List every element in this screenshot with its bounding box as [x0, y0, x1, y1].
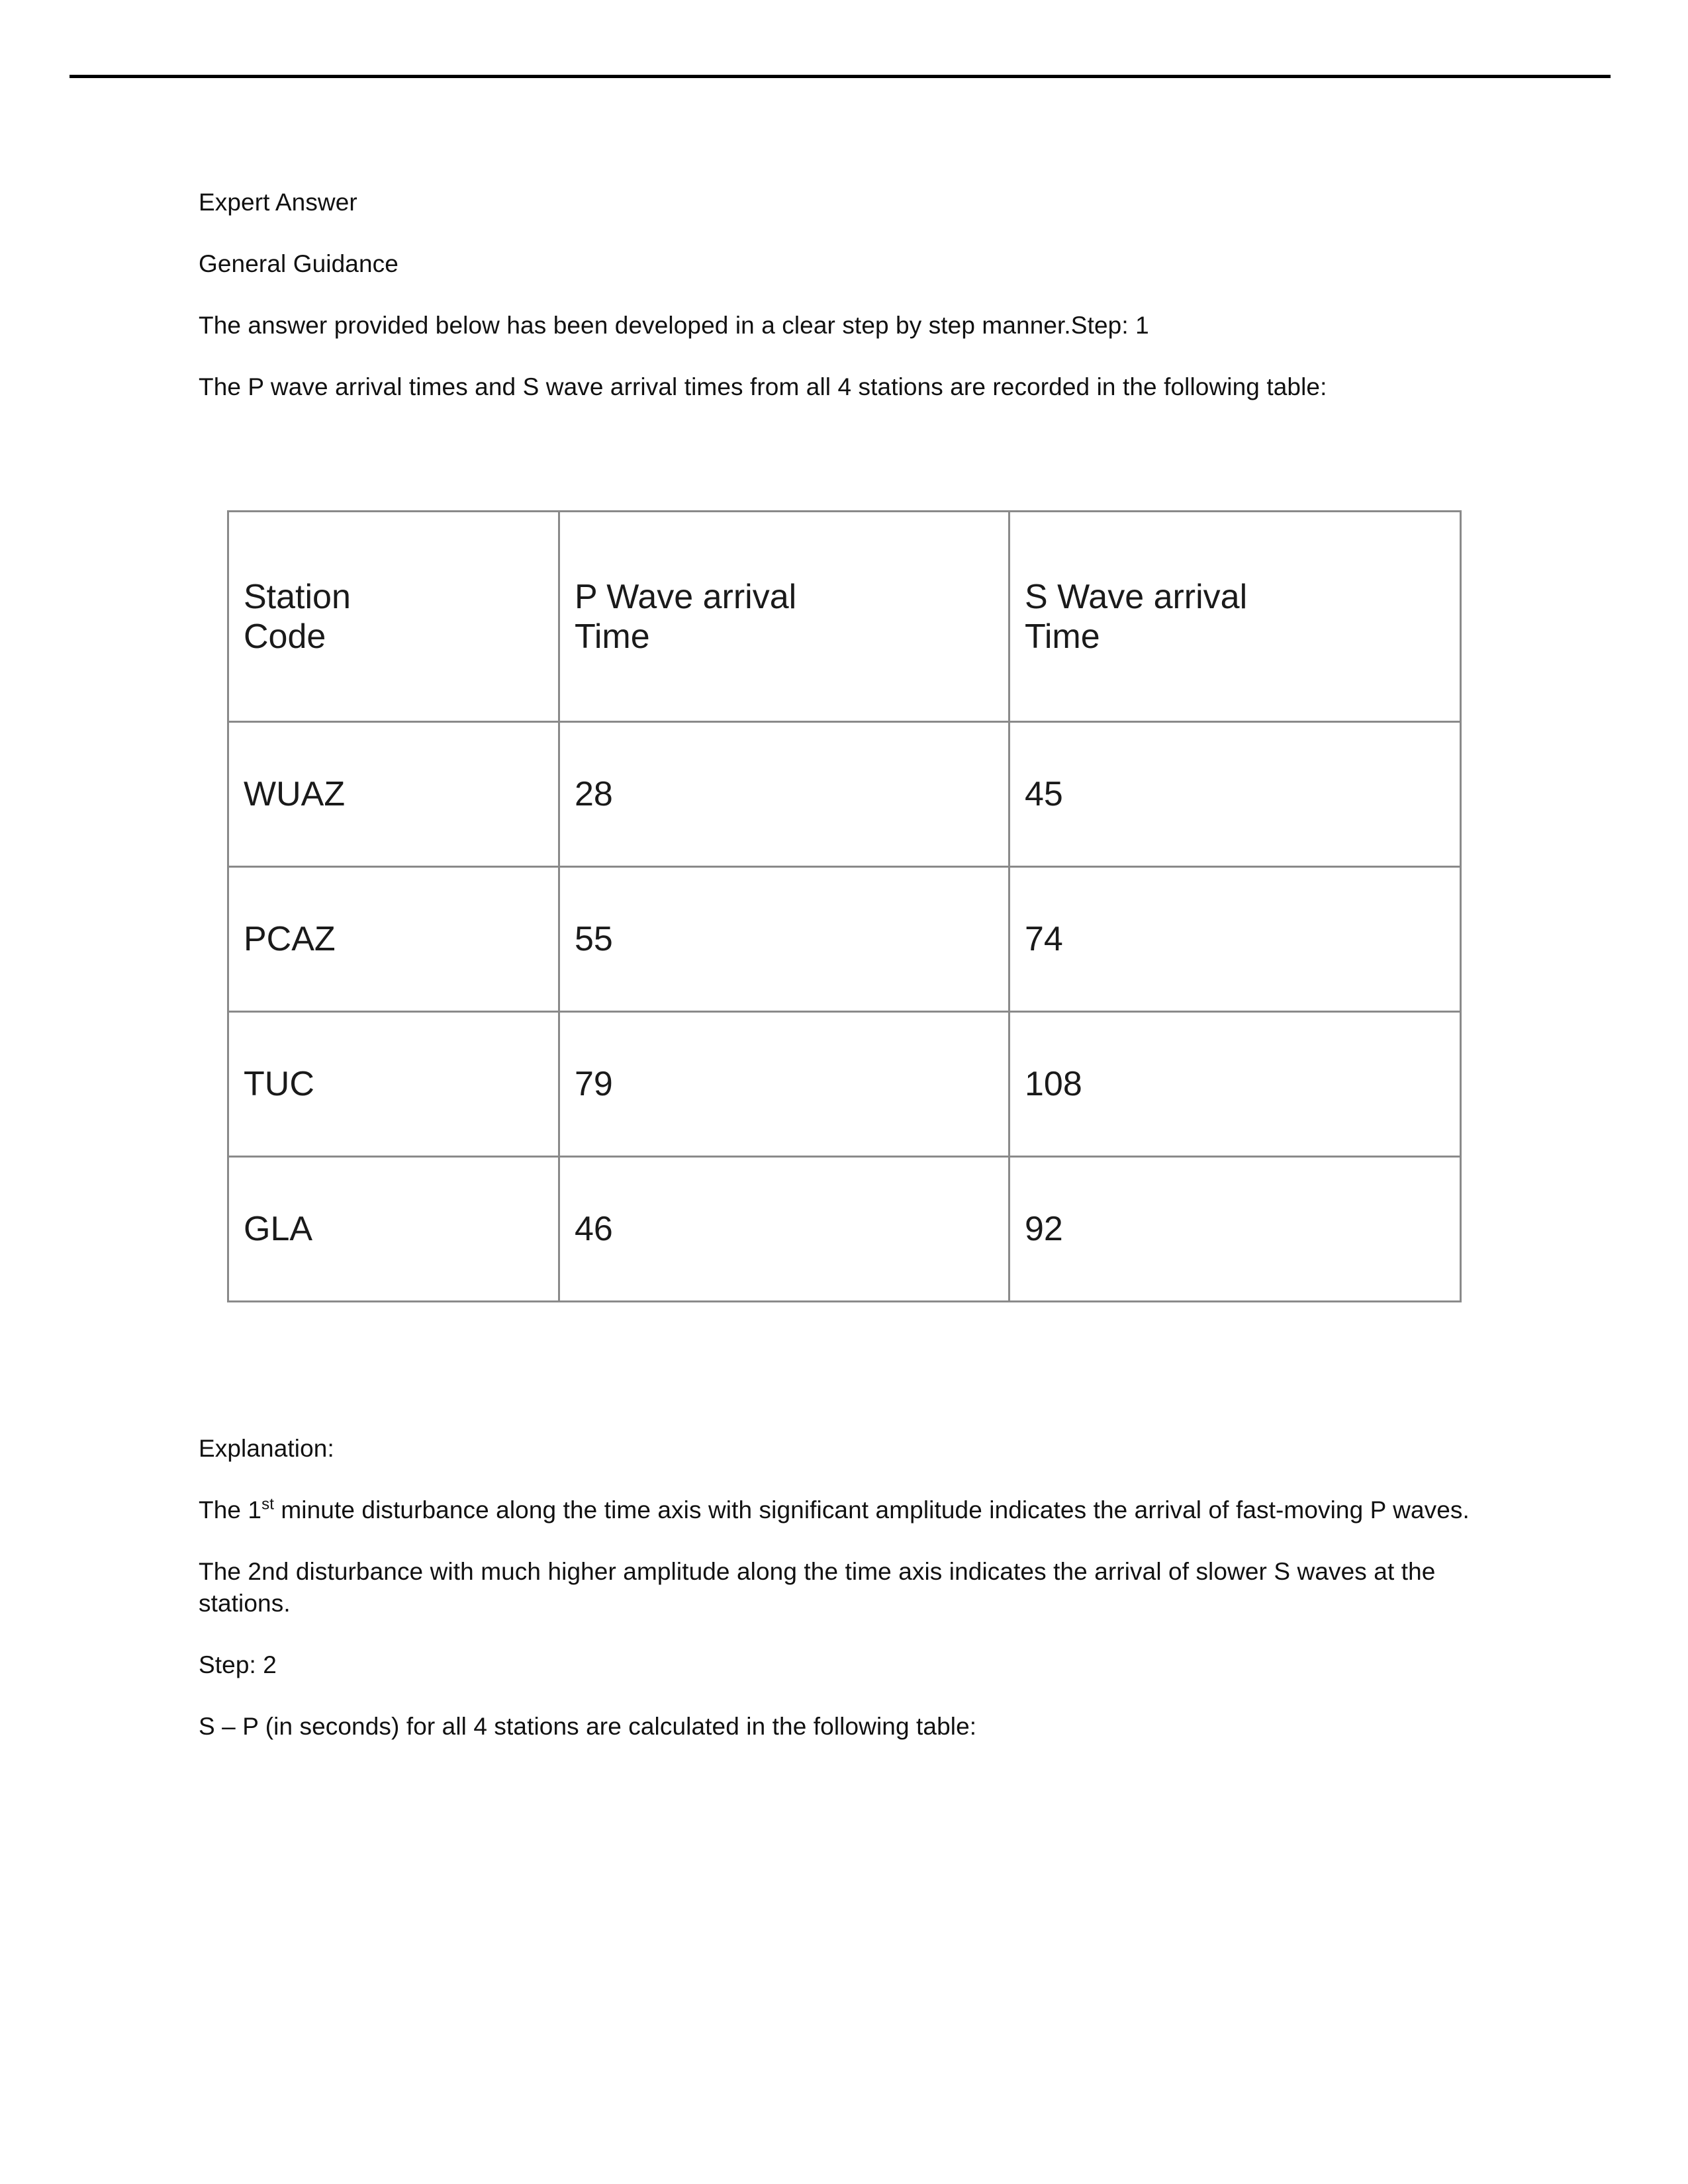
table-header-station-code: Station Code [227, 510, 560, 723]
cell-p-wave-time: 79 [558, 1011, 1010, 1158]
header-swave-line2: Time [1025, 617, 1100, 656]
header-horizontal-rule [70, 75, 1611, 78]
header-station-line2: Code [244, 617, 326, 656]
arrival-times-table-container: Station Code P Wave arrival Time S Wave … [227, 510, 1462, 1302]
cell-station-code: TUC [227, 1011, 560, 1158]
cell-station-code: WUAZ [227, 721, 560, 868]
cell-s-wave-time: 74 [1008, 866, 1462, 1013]
table-row: PCAZ 55 74 [227, 866, 1462, 1013]
table-row: WUAZ 28 45 [227, 721, 1462, 868]
heading-explanation: Explanation: [199, 1435, 334, 1462]
table-header-p-wave-arrival-time: P Wave arrival Time [558, 510, 1010, 723]
cell-station-code: GLA [227, 1156, 560, 1302]
header-station-line1: Station [244, 577, 351, 616]
table-row: TUC 79 108 [227, 1011, 1462, 1158]
explanation-text-after-superscript: minute disturbance along the time axis w… [274, 1496, 1470, 1524]
document-page: Expert Answer General Guidance The answe… [0, 0, 1688, 2184]
explanation-text-before-superscript: The 1 [199, 1496, 262, 1524]
paragraph-explanation-s-waves: The 2nd disturbance with much higher amp… [199, 1558, 1436, 1617]
ordinal-superscript: st [261, 1495, 274, 1514]
cell-s-wave-time: 92 [1008, 1156, 1462, 1302]
header-pwave-line2: Time [575, 617, 650, 656]
heading-general-guidance: General Guidance [199, 250, 399, 277]
cell-s-wave-time: 45 [1008, 721, 1462, 868]
header-swave-line1: S Wave arrival [1025, 577, 1248, 616]
paragraph-explanation-p-waves: The 1st minute disturbance along the tim… [199, 1494, 1470, 1526]
paragraph-s-minus-p-lead-in: S – P (in seconds) for all 4 stations ar… [199, 1713, 977, 1740]
cell-p-wave-time: 55 [558, 866, 1010, 1013]
paragraph-intro-step-1: The answer provided below has been devel… [199, 312, 1149, 339]
table-row: GLA 46 92 [227, 1156, 1462, 1302]
heading-expert-answer: Expert Answer [199, 189, 357, 216]
upper-text-block: Expert Answer General Guidance The answe… [199, 187, 1470, 403]
paragraph-table-lead-in: The P wave arrival times and S wave arri… [199, 373, 1327, 400]
arrival-times-table: Station Code P Wave arrival Time S Wave … [227, 510, 1462, 1302]
table-header-s-wave-arrival-time: S Wave arrival Time [1008, 510, 1462, 723]
lower-text-block: Explanation: The 1st minute disturbance … [199, 1433, 1470, 1743]
cell-p-wave-time: 28 [558, 721, 1010, 868]
heading-step-2: Step: 2 [199, 1651, 277, 1678]
cell-s-wave-time: 108 [1008, 1011, 1462, 1158]
cell-p-wave-time: 46 [558, 1156, 1010, 1302]
cell-station-code: PCAZ [227, 866, 560, 1013]
table-header-row: Station Code P Wave arrival Time S Wave … [227, 510, 1462, 723]
header-pwave-line1: P Wave arrival [575, 577, 797, 616]
